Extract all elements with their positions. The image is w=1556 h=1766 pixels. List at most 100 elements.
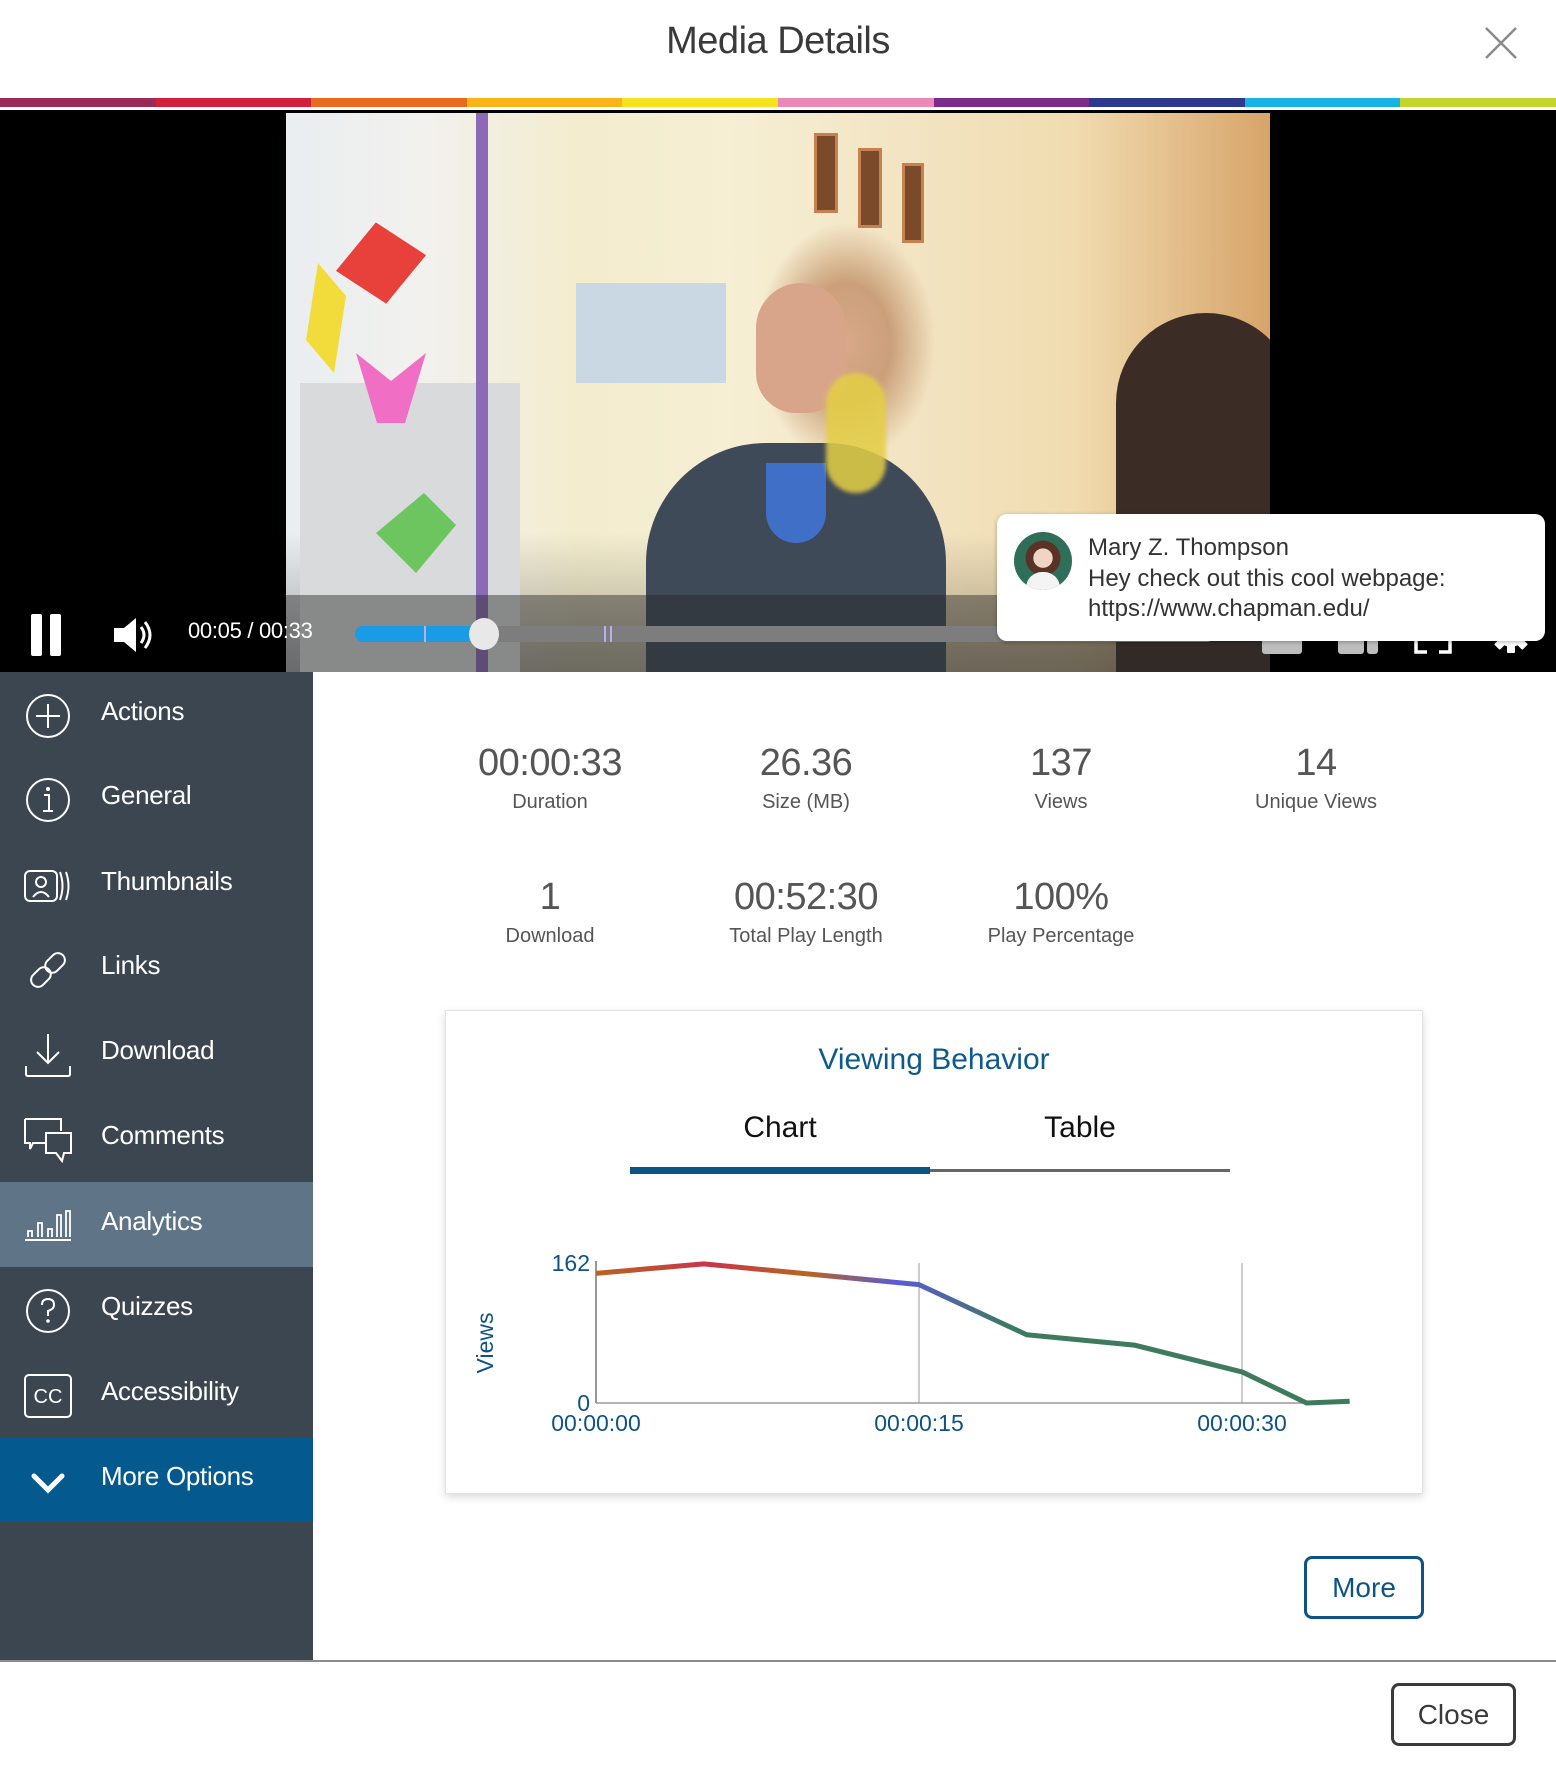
comment-overlay[interactable]: Mary Z. Thompson Hey check out this cool… [997,514,1545,641]
more-button[interactable]: More [1304,1556,1424,1619]
footer-divider [0,1660,1556,1662]
video-scene-crane [306,263,346,373]
sidebar-item-thumbnails[interactable]: Thumbnails [0,842,313,927]
stat-label: Total Play Length [729,925,883,947]
pause-icon[interactable] [31,614,61,656]
link-icon [30,952,66,988]
rainbow-segment [466,98,623,107]
download-icon [25,1034,71,1077]
rainbow-segment [777,98,934,107]
rainbow-segment [0,98,156,107]
sidebar-item-label: Thumbnails [101,866,233,896]
comments-icon [24,1118,72,1163]
seek-marker[interactable] [604,626,607,642]
svg-text:CC: CC [34,1386,63,1408]
stat-value: 00:52:30 [734,876,878,918]
tab-chart[interactable]: Chart [630,1111,930,1167]
video-scene-person-shirt [766,463,826,543]
tab-underline [930,1169,1230,1172]
stat-label: Size (MB) [762,791,850,813]
stat-value: 100% [1013,876,1109,918]
modal-header: Media Details [0,0,1556,98]
stat-value: 137 [1030,742,1092,784]
sidebar-item-label: Links [101,950,161,980]
viewing-behavior-card: Viewing Behavior Chart Table 00:00:00 00:… [445,1010,1423,1494]
close-button[interactable]: Close [1391,1683,1516,1746]
time-display: 00:05 / 00:33 [188,618,313,643]
sidebar-item-general[interactable]: General [0,756,313,841]
stat-value: 14 [1295,742,1337,784]
sidebar-item-label: General [101,780,192,810]
stat-size: 26.36 Size (MB) [696,742,916,814]
sidebar-item-links[interactable]: Links [0,926,313,1011]
seek-marker[interactable] [423,626,426,642]
rainbow-segment [1244,98,1401,107]
sidebar-item-comments[interactable]: Comments [0,1096,313,1181]
rainbow-segment [933,98,1090,107]
plus-circle-icon [26,694,70,738]
rainbow-segment [311,98,467,107]
sidebar-item-label: Accessibility [101,1376,239,1406]
stat-views: 137 Views [951,742,1171,814]
rainbow-segment [1089,98,1245,107]
stat-duration: 00:00:33 Duration [440,742,660,814]
y-tick-label: 0 [577,1390,590,1416]
sidebar-item-label: Analytics [101,1206,203,1236]
y-tick-label: 162 [552,1250,590,1276]
volume-icon[interactable] [112,615,156,655]
views-line [595,1261,1350,1406]
info-circle-icon [26,778,70,822]
bar-chart-icon [25,1210,71,1241]
stat-value: 26.36 [759,742,853,784]
close-x-icon[interactable] [1482,24,1520,62]
x-tick-label: 00:00:15 [874,1410,964,1431]
stat-unique-views: 14 Unique Views [1206,742,1426,814]
rainbow-divider [0,98,1556,107]
sidebar-item-label: Quizzes [101,1291,193,1321]
comment-text: Hey check out this cool webpage: https:/… [1088,565,1446,622]
sidebar-item-label: Download [101,1035,215,1065]
sidebar-item-actions[interactable]: Actions [0,672,313,757]
stat-label: Download [505,925,595,947]
stat-label: Duration [512,791,588,813]
page-title: Media Details [666,20,890,62]
sidebar-item-analytics[interactable]: Analytics [0,1182,313,1267]
x-tick-label: 00:00:00 [551,1410,641,1431]
x-tick-label: 00:00:30 [1197,1410,1287,1431]
sidebar-item-download[interactable]: Download [0,1011,313,1096]
avatar [1014,532,1072,590]
sidebar-item-accessibility[interactable]: CC Accessibility [0,1352,313,1437]
stat-download: 1 Download [440,876,660,948]
rainbow-segment [155,98,312,107]
sidebar-item-more-options[interactable]: More Options [0,1437,313,1522]
stat-play-percentage: 100% Play Percentage [951,876,1171,948]
question-circle-icon [26,1289,70,1333]
seek-progress [355,626,484,642]
stat-value: 1 [539,876,561,918]
viewing-behavior-chart: 00:00:00 00:00:15 00:00:30 0 162 Views [472,1250,1350,1431]
rainbow-segment [1400,98,1556,107]
sidebar-item-label: Actions [101,696,185,726]
video-player[interactable]: D 00:05 / 00:33 CC M [0,110,1556,673]
sidebar-item-label: Comments [101,1120,225,1150]
sidebar-item-quizzes[interactable]: Quizzes [0,1267,313,1352]
seek-marker[interactable] [609,626,612,642]
card-title: Viewing Behavior [818,1043,1050,1076]
stat-label: Play Percentage [987,925,1135,947]
tab-underline-active [630,1167,930,1174]
chevron-down-icon [31,1473,65,1494]
y-axis-label: Views [472,1313,498,1374]
video-scene-window [814,133,838,213]
seek-thumb[interactable] [469,618,499,650]
closed-captions-icon: CC [24,1374,72,1418]
stat-value: 00:00:33 [478,742,622,784]
stat-label: Views [1034,791,1088,813]
tab-table[interactable]: Table [930,1111,1230,1167]
rainbow-segment [622,98,778,107]
thumbnails-icon [24,870,70,902]
video-scene-poster [576,283,726,383]
video-scene-window [858,148,882,228]
sidebar: Actions General Thumbnails Links Downloa… [0,672,313,1660]
video-scene-window [902,163,924,243]
analytics-panel: 00:00:33 Duration 26.36 Size (MB) 137 Vi… [313,672,1556,1660]
